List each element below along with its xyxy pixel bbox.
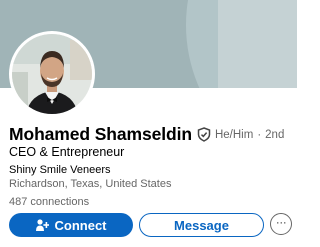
profile-headline: CEO & Entrepreneur xyxy=(9,145,125,159)
connect-button[interactable]: Connect xyxy=(9,213,133,237)
banner-panel-shape xyxy=(218,0,297,88)
name-row: Mohamed Shamseldin He/Him · 2nd xyxy=(9,124,284,145)
more-options-button[interactable]: ··· xyxy=(270,213,292,235)
more-horizontal-icon: ··· xyxy=(275,215,287,229)
company-name[interactable]: Shiny Smile Veneers xyxy=(9,164,111,176)
shield-check-icon[interactable] xyxy=(197,127,211,142)
profile-location: Richardson, Texas, United States xyxy=(9,178,172,190)
profile-avatar[interactable] xyxy=(9,31,95,117)
message-button-label: Message xyxy=(174,217,229,233)
connections-count[interactable]: 487 connections xyxy=(9,196,89,208)
separator: · xyxy=(257,128,262,141)
profile-name: Mohamed Shamseldin xyxy=(9,124,192,144)
connection-degree: 2nd xyxy=(265,128,285,141)
profile-photo xyxy=(12,34,92,114)
message-button[interactable]: Message xyxy=(139,213,264,237)
connect-button-label: Connect xyxy=(54,217,107,233)
pronouns: He/Him xyxy=(214,128,254,141)
add-person-icon xyxy=(35,219,49,231)
